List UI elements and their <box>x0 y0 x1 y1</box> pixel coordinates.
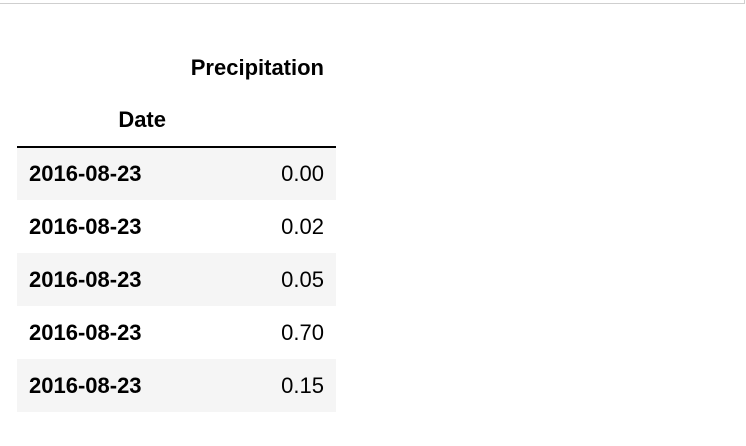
precipitation-value: 0.00 <box>281 161 324 186</box>
table-row: 2016-08-23 0.15 <box>17 359 336 412</box>
table-row: 2016-08-23 0.70 <box>17 306 336 359</box>
table-row: 2016-08-23 0.00 <box>17 147 336 200</box>
dataframe-table: Precipitation Date 2016-08-23 0.00 2016-… <box>17 41 336 412</box>
row-index-date: 2016-08-23 <box>29 213 142 239</box>
precipitation-value: 0.05 <box>281 266 324 292</box>
precipitation-value: 0.15 <box>281 372 324 398</box>
row-index-date: 2016-08-23 <box>29 319 142 345</box>
table-row: 2016-08-23 0.02 <box>17 200 336 253</box>
index-name-row: Date <box>17 94 336 148</box>
output-cell-border <box>0 0 745 4</box>
index-name-header: Date <box>17 94 178 148</box>
row-index-date: 2016-08-23 <box>29 161 142 186</box>
table-row: 2016-08-23 0.05 <box>17 253 336 306</box>
precipitation-value: 0.02 <box>281 213 324 239</box>
precipitation-value: 0.70 <box>281 319 324 345</box>
index-corner-header <box>17 41 178 94</box>
column-header-row: Precipitation <box>17 41 336 94</box>
row-index-date: 2016-08-23 <box>29 266 142 292</box>
row-index-date: 2016-08-23 <box>29 372 142 398</box>
column-header-precipitation: Precipitation <box>190 54 324 80</box>
index-name-spacer <box>178 94 336 148</box>
